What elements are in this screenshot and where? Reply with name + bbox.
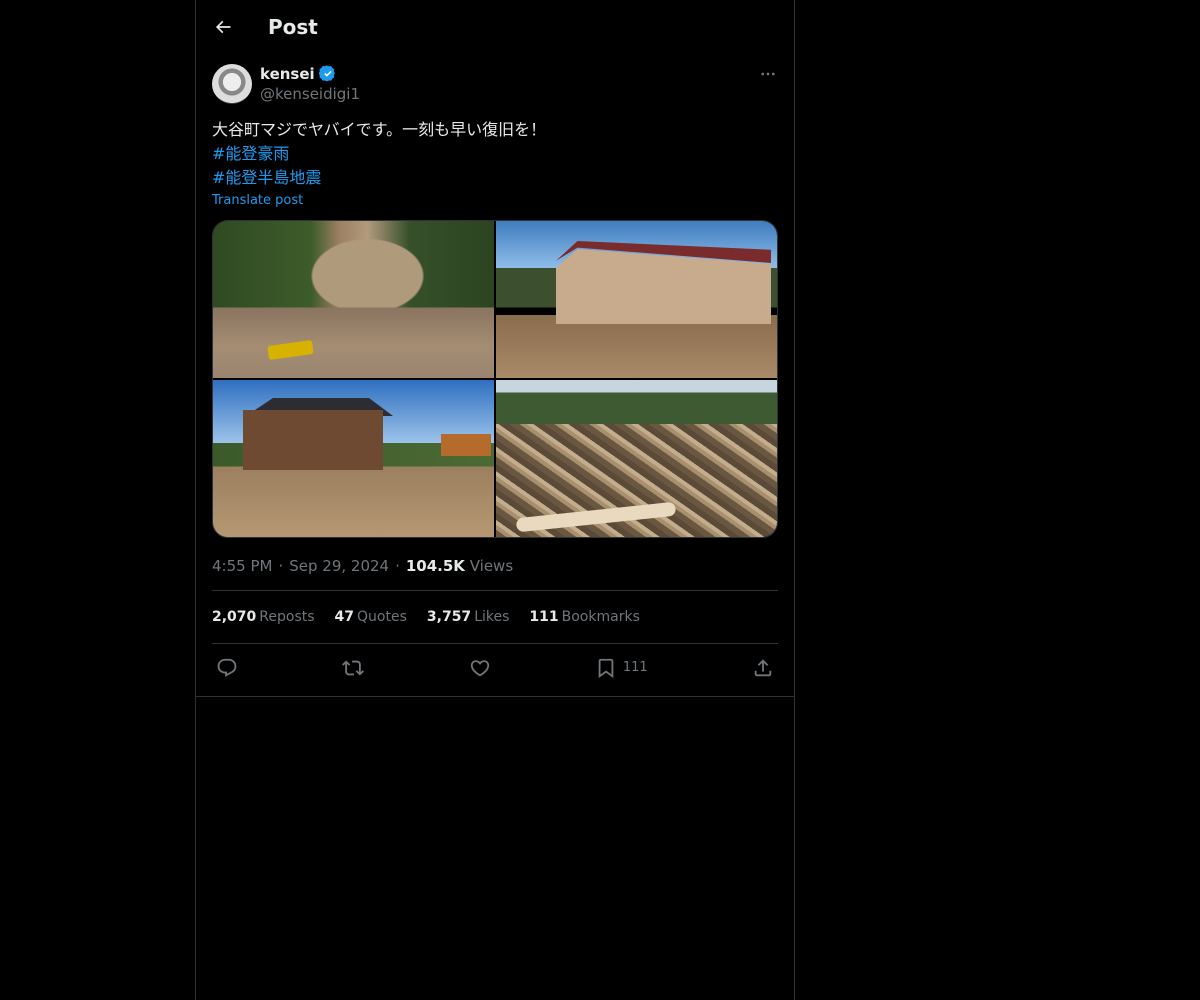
bookmarks-count: 111	[529, 609, 559, 625]
bookmark-icon	[598, 658, 614, 678]
bookmark-count: 111	[622, 660, 648, 675]
quotes-stat[interactable]: 47 Quotes	[335, 609, 407, 625]
author-names: kensei @kenseidigi1	[260, 64, 360, 104]
engagement-stats: 2,070 Reposts 47 Quotes 3,757 Likes 111 Book…	[212, 591, 778, 644]
bookmarks-label: Bookmarks	[561, 609, 640, 625]
reposts-stat[interactable]: 2,070 Reposts	[212, 609, 315, 625]
author-display-name[interactable]: kensei	[260, 64, 315, 84]
post-divider	[196, 696, 794, 697]
likes-count: 3,757	[426, 609, 472, 625]
quotes-count: 47	[334, 609, 355, 625]
views-count: 104.5K	[405, 557, 465, 575]
post-meta: 4:55 PM · Sep 29, 2024 · 104.5K Views	[212, 557, 778, 591]
quotes-label: Quotes	[357, 609, 407, 625]
excavator-shape	[267, 339, 314, 361]
page-header: Post	[196, 0, 794, 53]
share-icon	[754, 658, 772, 676]
separator-dot: ·	[395, 557, 400, 575]
share-button[interactable]	[752, 657, 774, 679]
back-arrow-icon	[215, 20, 231, 33]
name-line: kensei	[260, 64, 360, 84]
avatar[interactable]	[212, 64, 252, 104]
hashtag-link[interactable]: #能登半島地震	[212, 166, 778, 190]
bookmarks-stat[interactable]: 111 Bookmarks	[529, 609, 639, 625]
photo-school-building[interactable]	[496, 221, 777, 378]
translate-post-link[interactable]: Translate post	[212, 193, 778, 208]
main-column: Post kensei @kenseidigi1 大谷町マジでヤバイです。一刻も…	[195, 0, 795, 1000]
author-handle[interactable]: @kenseidigi1	[260, 84, 360, 104]
post-date[interactable]: Sep 29, 2024	[289, 557, 389, 575]
post-text: 大谷町マジでヤバイです。一刻も早い復旧を！ #能登豪雨 #能登半島地震	[212, 118, 778, 190]
bookmark-button[interactable]: 111	[595, 657, 648, 679]
back-button[interactable]	[205, 9, 241, 45]
reply-button[interactable]	[216, 657, 238, 679]
log-shape	[515, 501, 677, 533]
house-shape	[243, 410, 383, 470]
photo-landslide[interactable]	[213, 221, 494, 378]
reposts-count: 2,070	[212, 609, 257, 625]
like-button[interactable]	[469, 657, 491, 679]
likes-label: Likes	[474, 609, 510, 625]
page-title: Post	[268, 14, 318, 39]
verified-badge-icon	[318, 65, 337, 83]
action-bar: 111	[212, 644, 778, 691]
repost-icon	[342, 660, 365, 675]
post-time[interactable]: 4:55 PM	[212, 557, 272, 575]
reposts-label: Reposts	[259, 609, 315, 625]
post: kensei @kenseidigi1 大谷町マジでヤバイです。一刻も早い復旧を…	[196, 64, 794, 691]
reply-icon	[217, 658, 237, 677]
like-icon	[470, 659, 489, 676]
author-row: kensei @kenseidigi1	[212, 64, 778, 104]
photo-damaged-house[interactable]	[213, 380, 494, 537]
views-label: Views	[469, 557, 514, 575]
likes-stat[interactable]: 3,757 Likes	[427, 609, 510, 625]
more-icon	[761, 72, 775, 76]
post-body: 大谷町マジでヤバイです。一刻も早い復旧を！	[212, 120, 547, 139]
hashtag-link[interactable]: #能登豪雨	[212, 142, 778, 166]
photo-debris[interactable]	[496, 380, 777, 537]
more-button[interactable]	[758, 64, 778, 84]
house-shape	[441, 434, 491, 456]
media-grid	[212, 220, 778, 538]
separator-dot: ·	[278, 557, 284, 575]
repost-button[interactable]	[342, 657, 365, 679]
